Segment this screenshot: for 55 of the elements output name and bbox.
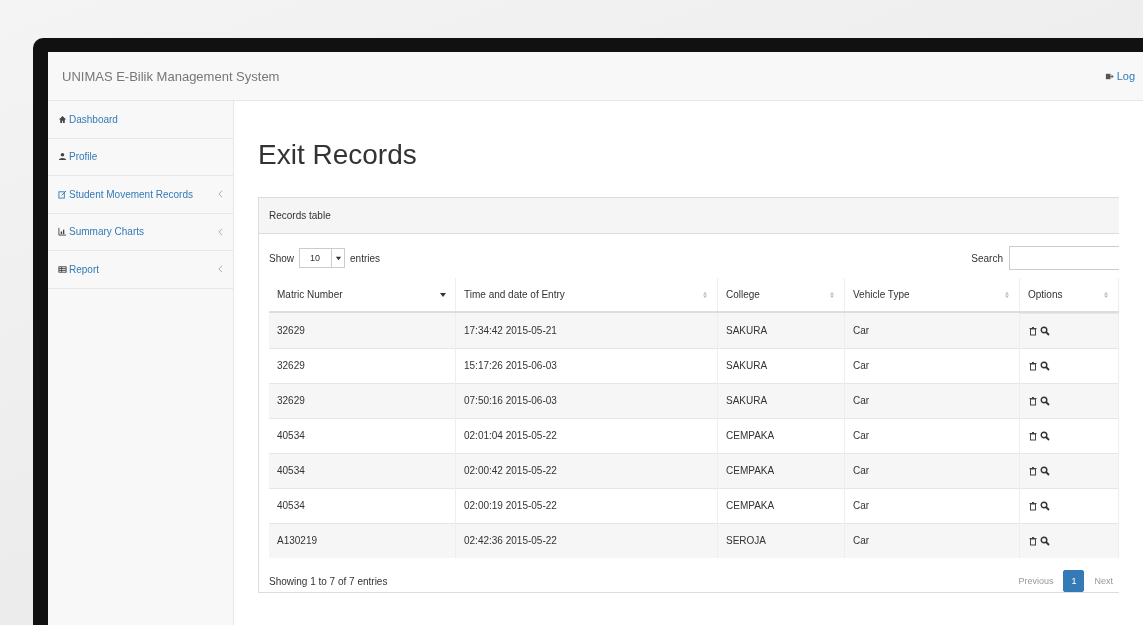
search-icon[interactable] [1040,466,1050,476]
edit-icon [58,189,67,199]
trash-icon[interactable] [1028,536,1038,546]
home-icon [58,114,67,124]
table-cell: SAKURA [717,312,845,348]
sidebar-item[interactable]: Profile [48,138,233,176]
dropdown-icon [334,254,342,262]
panel-title: Records table [269,210,331,221]
sign-out-icon [1104,71,1114,81]
search-icon[interactable] [1040,501,1050,511]
table-cell: SEROJA [717,523,845,558]
search-icon[interactable] [1040,361,1050,371]
trash-icon[interactable] [1028,501,1038,511]
search-icon[interactable] [1040,326,1050,336]
table-cell: Car [844,453,1020,488]
sidebar-item[interactable]: Student Movement Records [48,176,233,214]
page-title: Exit Records [258,139,418,171]
table-cell: 17:34:42 2015-05-21 [455,312,718,348]
user-icon [58,152,67,162]
table-cell: CEMPAKA [717,453,845,488]
pagination-link[interactable]: Next [1088,571,1119,591]
table-cell: Car [844,383,1020,418]
table-cell: 02:42:36 2015-05-22 [455,523,718,558]
sidebar-item[interactable]: Report [48,251,233,289]
table-cell: A130219 [269,523,456,558]
entries-label: entries [350,252,381,264]
table-cell: SAKURA [717,383,845,418]
search-icon[interactable] [1040,536,1050,546]
logout-link[interactable]: Log [1104,70,1135,82]
sidebar-item[interactable]: Summary Charts [48,213,233,251]
table-cell: Car [844,523,1020,558]
trash-icon[interactable] [1028,466,1038,476]
search-field[interactable] [1009,246,1119,270]
brand-title[interactable]: UNIMAS E-Bilik Management System [62,68,280,84]
sidebar-item[interactable]: Dashboard [48,101,233,139]
trash-icon[interactable] [1028,431,1038,441]
search-icon[interactable] [1040,431,1050,441]
pagination-link[interactable]: Previous [1012,571,1060,591]
table-cell: 02:00:42 2015-05-22 [455,453,718,488]
search-icon[interactable] [1040,396,1050,406]
table-cell: Car [844,312,1020,348]
trash-icon[interactable] [1028,396,1038,406]
table-cell: 07:50:16 2015-06-03 [455,383,718,418]
page-button[interactable]: 1 [1063,570,1085,592]
chart-icon [58,227,67,237]
table-icon [58,264,67,274]
page-size-select[interactable]: 10 [299,248,345,268]
show-label: Show [269,252,294,264]
table-cell: 32629 [269,312,456,348]
search-label: Search [971,252,1003,264]
table-info: Showing 1 to 7 of 7 entries [269,575,388,587]
table-cell: 32629 [269,383,456,418]
table-cell: 40534 [269,453,456,488]
trash-icon[interactable] [1028,361,1038,371]
trash-icon[interactable] [1028,326,1038,336]
